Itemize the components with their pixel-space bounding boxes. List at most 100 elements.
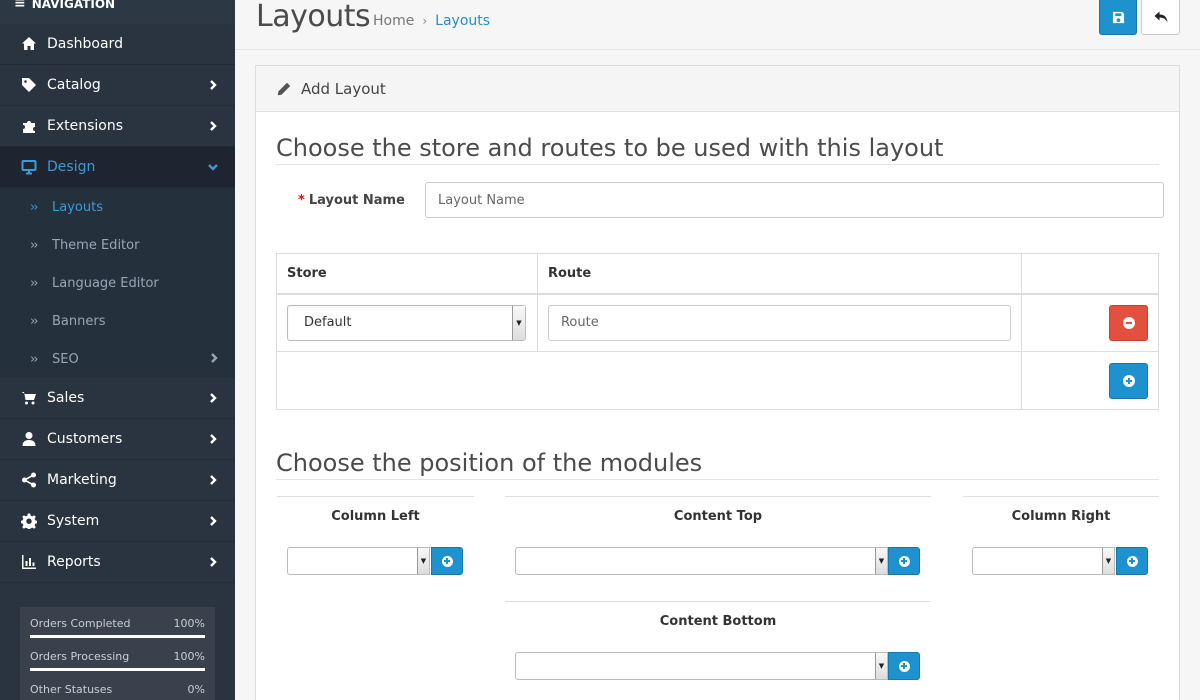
sidebar-item-label: Sales bbox=[47, 390, 85, 406]
chevron-right-icon bbox=[207, 474, 219, 486]
double-chevron-icon: ›› bbox=[30, 275, 38, 291]
section-title-store-routes: Choose the store and routes to be used w… bbox=[276, 134, 1159, 165]
sidebar: ≡ NAVIGATION Dashboard Catalog Extension… bbox=[0, 0, 235, 700]
breadcrumb-separator-icon: › bbox=[422, 14, 428, 28]
stat-value: 100% bbox=[173, 617, 205, 630]
minus-circle-icon bbox=[1122, 316, 1135, 329]
progress-bar bbox=[30, 635, 205, 638]
route-cell bbox=[536, 293, 1022, 352]
stat-orders-completed: Orders Completed 100% bbox=[30, 617, 205, 638]
breadcrumb: Home › Layouts bbox=[373, 13, 490, 29]
order-stats: Orders Completed 100% Orders Processing 10… bbox=[20, 607, 215, 700]
sidebar-item-catalog[interactable]: Catalog bbox=[0, 65, 235, 106]
sidebar-item-design[interactable]: Design bbox=[0, 147, 235, 188]
progress-fill bbox=[30, 635, 205, 638]
store-select[interactable]: Default ▼ bbox=[287, 304, 526, 341]
monitor-icon bbox=[18, 157, 40, 177]
column-header-action bbox=[1020, 253, 1160, 295]
add-route-button[interactable] bbox=[1109, 362, 1148, 399]
back-button[interactable] bbox=[1141, 0, 1180, 35]
column-right-divider bbox=[963, 496, 1159, 497]
progress-fill bbox=[30, 668, 205, 671]
double-chevron-icon: ›› bbox=[30, 199, 38, 215]
column-right-add-button[interactable] bbox=[1116, 547, 1148, 575]
sidebar-item-dashboard[interactable]: Dashboard bbox=[0, 24, 235, 65]
stat-label: Orders Completed bbox=[30, 617, 131, 630]
pencil-icon bbox=[277, 82, 291, 95]
table-row bbox=[276, 351, 1160, 410]
navigation-header: ≡ NAVIGATION bbox=[0, 0, 235, 24]
stat-value: 100% bbox=[173, 650, 205, 663]
double-chevron-icon: ›› bbox=[30, 313, 38, 329]
column-left-divider bbox=[277, 496, 474, 497]
sidebar-subitem-banners[interactable]: ›› Banners bbox=[0, 302, 235, 340]
stat-label: Orders Processing bbox=[30, 650, 130, 663]
layout-name-input[interactable] bbox=[425, 182, 1164, 218]
caret-down-icon: ▼ bbox=[417, 548, 429, 574]
remove-route-button[interactable] bbox=[1109, 304, 1148, 341]
plus-circle-icon bbox=[898, 555, 910, 567]
content-top-add-button[interactable] bbox=[888, 547, 920, 575]
progress-bar bbox=[30, 668, 205, 671]
column-right-title: Column Right bbox=[1011, 509, 1111, 524]
content-bottom-select[interactable]: ▼ bbox=[515, 652, 888, 680]
sidebar-item-sales[interactable]: Sales bbox=[0, 378, 235, 419]
column-header-route: Route bbox=[536, 253, 1022, 295]
sidebar-item-extensions[interactable]: Extensions bbox=[0, 106, 235, 147]
breadcrumb-current[interactable]: Layouts bbox=[435, 13, 490, 29]
chevron-right-icon bbox=[207, 79, 219, 91]
sidebar-item-marketing[interactable]: Marketing bbox=[0, 460, 235, 501]
stat-label: Other Statuses bbox=[30, 683, 113, 696]
column-left-add-button[interactable] bbox=[431, 547, 463, 575]
panel-heading-label: Add Layout bbox=[301, 79, 386, 98]
sidebar-item-label: Reports bbox=[47, 554, 101, 570]
tag-icon bbox=[18, 75, 40, 95]
bar-chart-icon bbox=[18, 552, 40, 572]
sidebar-item-label: Extensions bbox=[47, 118, 124, 134]
store-cell: Default ▼ bbox=[276, 293, 538, 352]
panel-heading: Add Layout bbox=[256, 66, 1179, 112]
sidebar-subitem-theme-editor[interactable]: ›› Theme Editor bbox=[0, 226, 235, 264]
sidebar-item-reports[interactable]: Reports bbox=[0, 542, 235, 583]
caret-down-icon: ▼ bbox=[1102, 548, 1114, 574]
menu-bars-icon: ≡ bbox=[14, 0, 26, 11]
store-select-value: Default bbox=[304, 315, 352, 331]
chevron-right-icon bbox=[207, 556, 219, 568]
chevron-right-icon bbox=[207, 392, 219, 404]
chevron-right-icon bbox=[209, 352, 219, 367]
content-bottom-title: Content Bottom bbox=[659, 614, 777, 629]
content-top-divider bbox=[505, 496, 931, 497]
content-bottom-add-button[interactable] bbox=[888, 652, 920, 680]
sidebar-item-system[interactable]: System bbox=[0, 501, 235, 542]
content-top-title: Content Top bbox=[673, 509, 763, 524]
sidebar-subitem-label: Banners bbox=[52, 313, 106, 329]
sidebar-subitem-language-editor[interactable]: ›› Language Editor bbox=[0, 264, 235, 302]
action-cell bbox=[1020, 351, 1160, 410]
caret-down-icon: ▼ bbox=[512, 305, 525, 340]
plus-circle-icon bbox=[441, 555, 453, 567]
column-left-select[interactable]: ▼ bbox=[287, 547, 430, 575]
sidebar-item-label: System bbox=[47, 513, 100, 529]
column-right-select[interactable]: ▼ bbox=[972, 547, 1115, 575]
main-content: Layouts Home › Layouts Add Layout Choose… bbox=[235, 0, 1200, 700]
chevron-right-icon bbox=[207, 515, 219, 527]
sidebar-subitem-label: Layouts bbox=[52, 199, 103, 215]
double-chevron-icon: ›› bbox=[30, 351, 38, 367]
sidebar-subitem-label: SEO bbox=[52, 351, 79, 367]
sidebar-item-label: Customers bbox=[47, 431, 123, 447]
breadcrumb-home[interactable]: Home bbox=[373, 13, 414, 29]
sidebar-subitem-seo[interactable]: ›› SEO bbox=[0, 340, 235, 378]
section-title-module-positions: Choose the position of the modules bbox=[276, 449, 1159, 480]
save-button[interactable] bbox=[1099, 0, 1137, 35]
sidebar-item-label: Design bbox=[47, 159, 96, 175]
content-top-select[interactable]: ▼ bbox=[515, 547, 888, 575]
add-layout-panel: Add Layout Choose the store and routes t… bbox=[255, 65, 1180, 700]
sidebar-item-customers[interactable]: Customers bbox=[0, 419, 235, 460]
table-header-row: Store Route bbox=[276, 253, 1160, 295]
route-input[interactable] bbox=[547, 304, 1011, 341]
cart-icon bbox=[18, 388, 40, 408]
sidebar-subitem-layouts[interactable]: ›› Layouts bbox=[0, 188, 235, 226]
stat-value: 0% bbox=[187, 683, 205, 696]
table-row: Default ▼ bbox=[276, 293, 1160, 352]
plus-circle-icon bbox=[1126, 555, 1138, 567]
